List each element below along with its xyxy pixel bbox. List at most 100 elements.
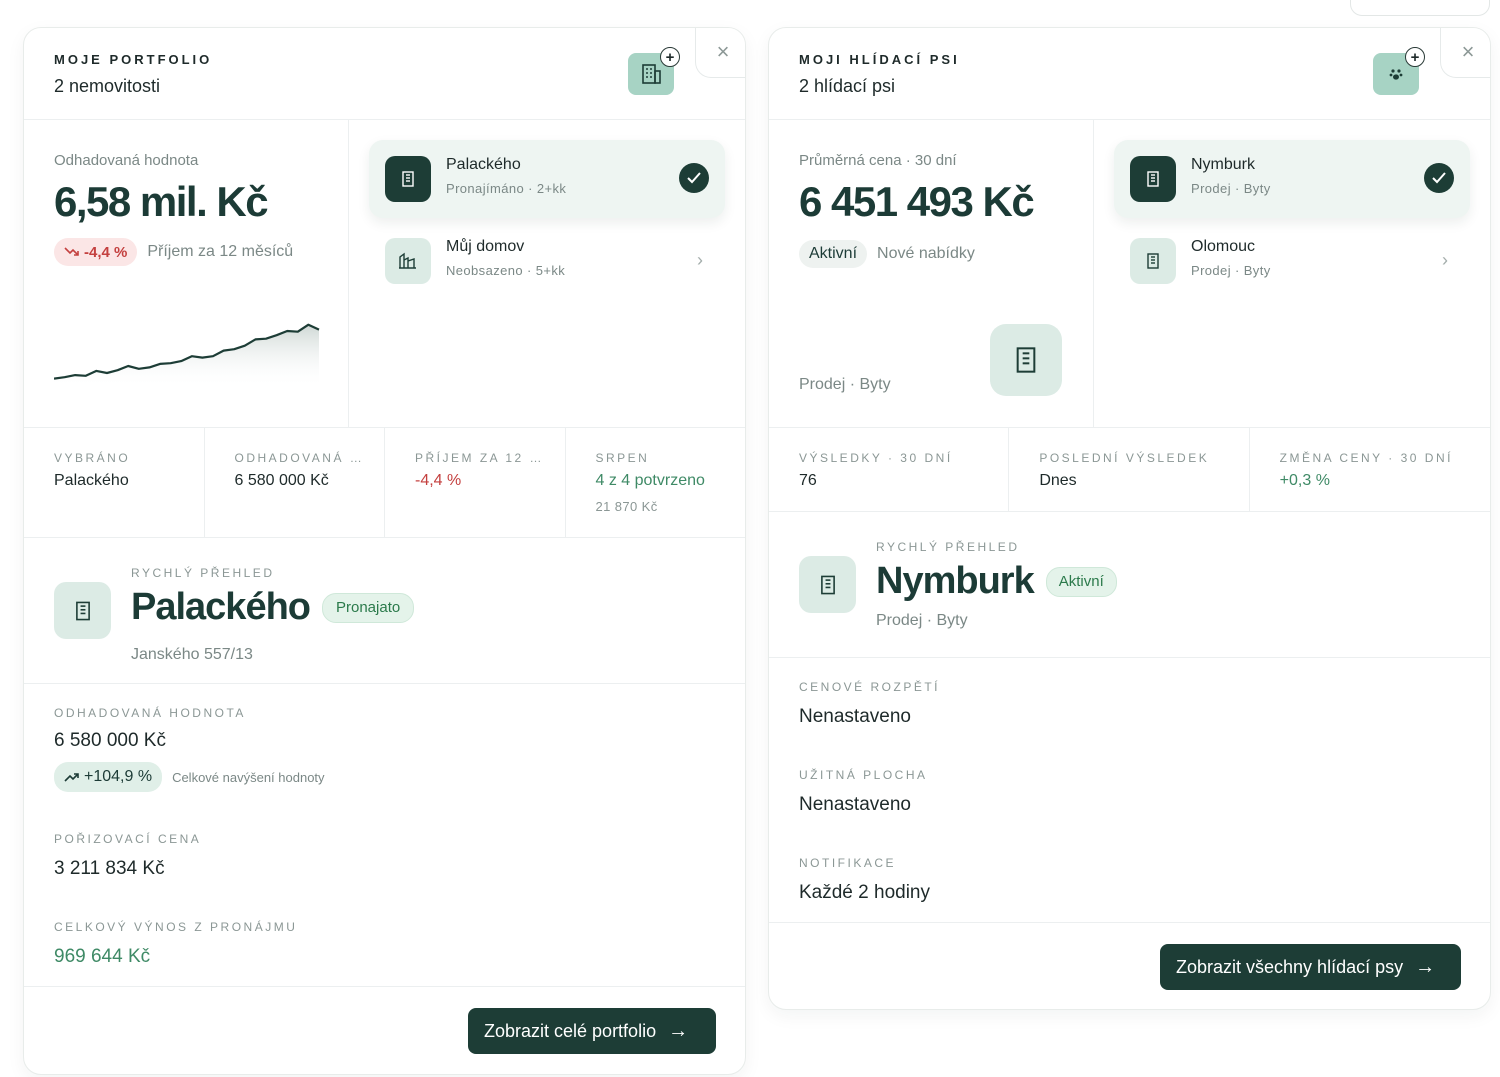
watchdog-thumb <box>799 556 856 613</box>
avg-label: Průměrná cena · 30 dní <box>799 152 957 169</box>
quick-address: Janského 557/13 <box>131 646 253 663</box>
dog-icon <box>1389 69 1403 80</box>
growth-note: Celkové navýšení hodnoty <box>172 769 325 785</box>
price-range-field: CENOVÉ ROZPĚTÍ Nenastaveno <box>799 680 940 728</box>
watchdog-thumb <box>990 324 1062 396</box>
plus-icon: + <box>660 47 680 67</box>
property-thumb <box>385 156 431 202</box>
watchdog-stats: VÝSLEDKY · 30 DNÍ 76 POSLEDNÍ VÝSLEDEK D… <box>769 428 1490 512</box>
watchdog-name: Nymburk <box>1191 156 1256 173</box>
property-list: Palackého Pronajímáno · 2+kk Můj domov N… <box>349 120 745 427</box>
stat-price-change: ZMĚNA CENY · 30 DNÍ +0,3 % <box>1250 428 1490 511</box>
check-icon <box>1424 163 1454 193</box>
view-portfolio-button[interactable]: Zobrazit celé portfolio → <box>468 1008 716 1054</box>
portfolio-header: MOJE PORTFOLIO 2 nemovitosti + × <box>24 28 745 120</box>
add-property-button[interactable]: + <box>628 47 680 95</box>
watchdog-item-nymburk[interactable]: Nymburk Prodej · Byty <box>1114 140 1470 218</box>
building-icon <box>1016 347 1036 373</box>
stat-sub: 21 870 Kč <box>595 499 658 514</box>
stat-value: 4 z 4 potvrzeno <box>595 472 705 489</box>
arrow-right-icon: → <box>1415 955 1436 978</box>
field-value: 3 211 834 Kč <box>54 858 165 879</box>
stat-estimate: ODHADOVANÁ … 6 580 000 Kč <box>205 428 385 537</box>
purchase-field: POŘIZOVACÍ CENA 3 211 834 Kč <box>54 832 201 880</box>
building-icon <box>402 171 414 187</box>
watchdog-avg-panel: Průměrná cena · 30 dní 6 451 493 Kč Akti… <box>769 120 1094 427</box>
portfolio-overview: Odhadovaná hodnota 6,58 mil. Kč -4,4 % P… <box>24 120 745 428</box>
close-button[interactable]: × <box>695 28 745 78</box>
watchdog-thumb <box>1130 238 1176 284</box>
property-desc: Neobsazeno · 5+kk <box>446 263 566 278</box>
stat-last-result: POSLEDNÍ VÝSLEDEK Dnes <box>1009 428 1250 511</box>
quick-eyebrow: RYCHLÝ PŘEHLED <box>876 540 1020 554</box>
chevron-right-icon: › <box>1442 250 1448 270</box>
building-icon <box>642 64 661 84</box>
notify-field: NOTIFIKACE Každé 2 hodiny <box>799 856 930 904</box>
building-icon <box>75 601 90 620</box>
stat-month: SRPEN 4 z 4 potvrzeno 21 870 Kč <box>566 428 746 537</box>
portfolio-card: MOJE PORTFOLIO 2 nemovitosti + × Odhadov… <box>23 27 746 1075</box>
portfolio-quick-view: RYCHLÝ PŘEHLED Palackého Pronajato Jansk… <box>24 538 745 684</box>
stat-results: VÝSLEDKY · 30 DNÍ 76 <box>769 428 1010 511</box>
watchdogs-card: MOJI HLÍDACÍ PSI 2 hlídací psi + × Průmě… <box>768 27 1491 1010</box>
close-button[interactable]: × <box>1440 28 1490 78</box>
watchdog-item-olomouc[interactable]: Olomouc Prodej · Byty › <box>1114 222 1470 300</box>
estimate-label: Odhadovaná hodnota <box>54 152 199 169</box>
growth-badge: +104,9 % <box>54 762 163 792</box>
close-icon: × <box>716 38 730 64</box>
trend-up-icon <box>64 773 79 782</box>
stat-key: SRPEN <box>595 451 650 465</box>
rent-yield-field: CELKOVÝ VÝNOS Z PRONÁJMU 969 644 Kč <box>54 920 297 968</box>
stat-key: ODHADOVANÁ … <box>234 451 365 465</box>
property-item-palackeho[interactable]: Palackého Pronajímáno · 2+kk <box>369 140 725 218</box>
field-value: 969 644 Kč <box>54 946 151 967</box>
watchdog-name: Olomouc <box>1191 238 1256 255</box>
stat-value: Dnes <box>1039 472 1077 489</box>
quick-eyebrow: RYCHLÝ PŘEHLED <box>131 566 275 580</box>
field-key: ODHADOVANÁ HODNOTA <box>54 706 246 720</box>
quick-category: Prodej · Byty <box>876 612 968 629</box>
portfolio-stats: VYBRÁNO Palackého ODHADOVANÁ … 6 580 000… <box>24 428 745 538</box>
change-value: -4,4 % <box>84 243 128 261</box>
field-value: Nenastaveno <box>799 794 911 815</box>
cta-label: Zobrazit všechny hlídací psy <box>1176 956 1404 977</box>
property-item-muj-domov[interactable]: Můj domov Neobsazeno · 5+kk › <box>369 222 725 300</box>
stat-key: VÝSLEDKY · 30 DNÍ <box>799 451 953 465</box>
add-watchdog-button[interactable]: + <box>1373 47 1425 95</box>
growth-value: +104,9 % <box>84 768 153 785</box>
check-icon <box>679 163 709 193</box>
watchdogs-count: 2 hlídací psi <box>799 76 896 96</box>
property-name: Můj domov <box>446 238 525 255</box>
area-field: UŽITNÁ PLOCHA Nenastaveno <box>799 768 928 816</box>
arrow-right-icon: → <box>668 1019 689 1042</box>
stat-value: -4,4 % <box>415 472 462 489</box>
field-key: UŽITNÁ PLOCHA <box>799 768 928 782</box>
property-thumb <box>385 238 431 284</box>
field-value: Nenastaveno <box>799 706 911 727</box>
top-partial-button[interactable] <box>1350 0 1490 16</box>
estimate-value: 6,58 mil. Kč <box>54 178 269 225</box>
portfolio-count: 2 nemovitosti <box>54 76 161 96</box>
field-value: 6 580 000 Kč <box>54 730 166 751</box>
stat-key: VYBRÁNO <box>54 451 131 465</box>
stat-value: Palackého <box>54 472 129 489</box>
avg-value: 6 451 493 Kč <box>799 178 1035 225</box>
avg-category: Prodej · Byty <box>799 376 891 393</box>
watchdog-list: Nymburk Prodej · Byty Olomouc Prodej · B… <box>1094 120 1490 427</box>
field-key: NOTIFIKACE <box>799 856 897 870</box>
stat-value: +0,3 % <box>1279 472 1330 489</box>
building-icon <box>1147 253 1159 269</box>
close-icon: × <box>1461 38 1475 64</box>
stat-key: POSLEDNÍ VÝSLEDEK <box>1039 451 1210 465</box>
watchdogs-header: MOJI HLÍDACÍ PSI 2 hlídací psi + × <box>769 28 1490 120</box>
view-watchdogs-button[interactable]: Zobrazit všechny hlídací psy → <box>1160 944 1461 990</box>
change-note: Příjem za 12 měsíců <box>147 243 294 260</box>
status-note: Nové nabídky <box>877 245 975 262</box>
stat-key: ZMĚNA CENY · 30 DNÍ <box>1279 451 1453 465</box>
watchdog-thumb <box>1130 156 1176 202</box>
status-badge: Aktivní <box>799 240 868 268</box>
property-thumb <box>54 582 111 639</box>
status-badge: Pronajato <box>322 592 415 623</box>
trend-down-icon <box>64 247 79 256</box>
stat-income: PŘÍJEM ZA 12 … -4,4 % <box>385 428 566 537</box>
